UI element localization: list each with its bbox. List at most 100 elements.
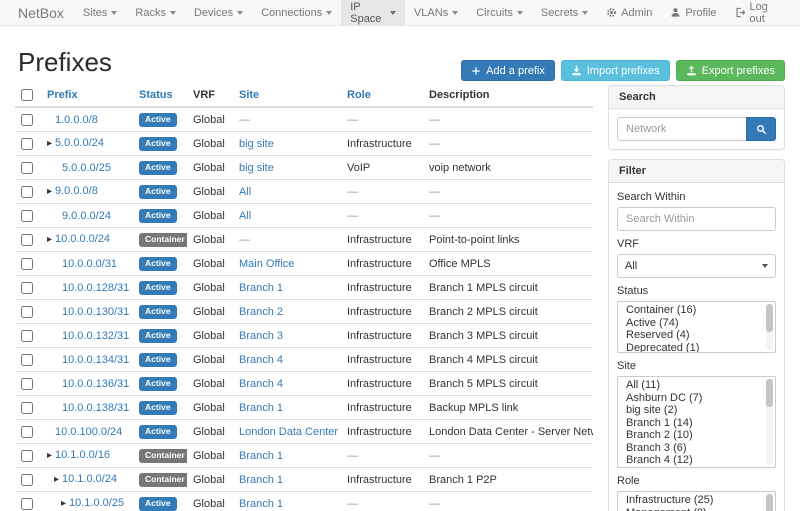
site-filter-option[interactable]: Branch 5 (7) [618,467,775,469]
column-header-status[interactable]: Status [133,85,187,107]
row-checkbox[interactable] [21,402,33,414]
nav-item-ip-space[interactable]: IP Space [341,0,405,25]
role-filter-option[interactable]: Management (8) [618,507,775,511]
search-input[interactable] [617,117,746,141]
row-checkbox[interactable] [21,378,33,390]
row-checkbox[interactable] [21,306,33,318]
row-checkbox[interactable] [21,450,33,462]
prefix-link[interactable]: 9.0.0.0/8 [55,185,98,197]
row-checkbox[interactable] [21,114,33,126]
status-filter-option[interactable]: Deprecated (1) [618,342,775,354]
site-link[interactable]: London Data Center [239,426,338,438]
nav-item-devices[interactable]: Devices [185,0,252,25]
row-checkbox[interactable] [21,162,33,174]
prefix-link[interactable]: 1.0.0.0/8 [55,114,98,126]
site-filter-listbox[interactable]: All (11)Ashburn DC (7)big site (2)Branch… [617,376,776,468]
nav-item-admin[interactable]: Admin [597,0,661,25]
caret-down-icon [390,11,396,15]
vrf-select[interactable]: All [617,254,776,278]
site-link[interactable]: big site [239,162,274,174]
scrollbar-thumb[interactable] [766,304,773,332]
prefix-link[interactable]: 10.1.0.0/16 [55,449,110,461]
site-filter-option[interactable]: Branch 3 (6) [618,442,775,455]
site-link[interactable]: Branch 4 [239,378,283,390]
prefix-link[interactable]: 10.0.0.134/31 [62,354,129,366]
site-link[interactable]: Branch 1 [239,402,283,414]
prefix-link[interactable]: 10.0.0.0/31 [62,258,117,270]
site-filter-option[interactable]: Branch 2 (10) [618,429,775,442]
site-filter-option[interactable]: All (11) [618,379,775,392]
nav-item-log-out[interactable]: Log out [726,0,792,25]
role-filter-option[interactable]: Infrastructure (25) [618,494,775,507]
row-checkbox[interactable] [21,186,33,198]
site-filter-option[interactable]: Ashburn DC (7) [618,392,775,405]
role-filter-listbox[interactable]: Infrastructure (25)Management (8)Private… [617,491,776,511]
description-cell: — [423,444,593,468]
add-a-prefix-button[interactable]: Add a prefix [461,60,555,81]
search-button[interactable] [746,117,776,141]
prefix-link[interactable]: 10.0.0.136/31 [62,378,129,390]
column-header-role[interactable]: Role [341,85,423,107]
site-link[interactable]: Main Office [239,258,294,270]
status-filter-option[interactable]: Reserved (4) [618,329,775,342]
brand[interactable]: NetBox [8,0,74,25]
site-link[interactable]: Branch 4 [239,354,283,366]
caret-down-icon [170,11,176,15]
site-cell: big site [233,132,341,156]
site-link[interactable]: Branch 2 [239,306,283,318]
row-checkbox[interactable] [21,282,33,294]
prefix-link[interactable]: 10.0.0.132/31 [62,330,129,342]
prefix-link[interactable]: 10.0.0.130/31 [62,306,129,318]
prefix-link[interactable]: 10.0.100.0/24 [55,426,122,438]
nav-item-sites[interactable]: Sites [74,0,126,25]
site-link[interactable]: Branch 1 [239,450,283,462]
description-cell: Branch 1 P2P [423,468,593,492]
prefix-link[interactable]: 10.0.0.138/31 [62,402,129,414]
import-prefixes-button[interactable]: Import prefixes [561,60,670,81]
status-filter-listbox[interactable]: Container (16)Active (74)Reserved (4)Dep… [617,301,776,353]
prefix-link[interactable]: 10.0.0.128/31 [62,282,129,294]
prefix-link[interactable]: 10.1.0.0/24 [62,473,117,485]
column-header-prefix[interactable]: Prefix [41,85,133,107]
site-link[interactable]: big site [239,138,274,150]
site-filter-option[interactable]: Branch 4 (12) [618,454,775,467]
row-checkbox[interactable] [21,330,33,342]
nav-item-connections[interactable]: Connections [252,0,341,25]
row-checkbox[interactable] [21,234,33,246]
row-checkbox[interactable] [21,498,33,510]
export-prefixes-button[interactable]: Export prefixes [676,60,785,81]
sidebar: Search Filter Search Within [608,85,785,511]
prefix-link[interactable]: 5.0.0.0/25 [62,162,111,174]
site-filter-option[interactable]: Branch 1 (14) [618,417,775,430]
select-all-checkbox[interactable] [21,89,33,101]
site-link[interactable]: Branch 1 [239,282,283,294]
site-link[interactable]: Branch 1 [239,498,283,510]
prefix-link[interactable]: 10.1.0.0/25 [69,497,124,509]
site-filter-option[interactable]: big site (2) [618,404,775,417]
nav-item-circuits[interactable]: Circuits [467,0,532,25]
status-filter-option[interactable]: Active (74) [618,317,775,330]
row-checkbox[interactable] [21,210,33,222]
site-link[interactable]: Branch 3 [239,330,283,342]
row-checkbox[interactable] [21,426,33,438]
column-header-site[interactable]: Site [233,85,341,107]
row-checkbox[interactable] [21,138,33,150]
row-checkbox[interactable] [21,354,33,366]
nav-item-secrets[interactable]: Secrets [532,0,597,25]
site-link[interactable]: Branch 1 [239,474,283,486]
nav-item-vlans[interactable]: VLANs [405,0,467,25]
row-checkbox[interactable] [21,258,33,270]
row-checkbox[interactable] [21,474,33,486]
prefix-link[interactable]: 10.0.0.0/24 [55,233,110,245]
scrollbar-thumb[interactable] [766,494,773,511]
search-within-input[interactable] [617,207,776,231]
status-filter-option[interactable]: Container (16) [618,304,775,317]
prefix-link[interactable]: 5.0.0.0/24 [55,137,104,149]
prefix-link[interactable]: 9.0.0.0/24 [62,210,111,222]
nav-user-menu: AdminProfileLog out [597,0,792,25]
nav-item-profile[interactable]: Profile [661,0,725,25]
scrollbar-thumb[interactable] [766,379,773,407]
site-link[interactable]: All [239,186,251,198]
nav-item-racks[interactable]: Racks [126,0,185,25]
site-link[interactable]: All [239,210,251,222]
